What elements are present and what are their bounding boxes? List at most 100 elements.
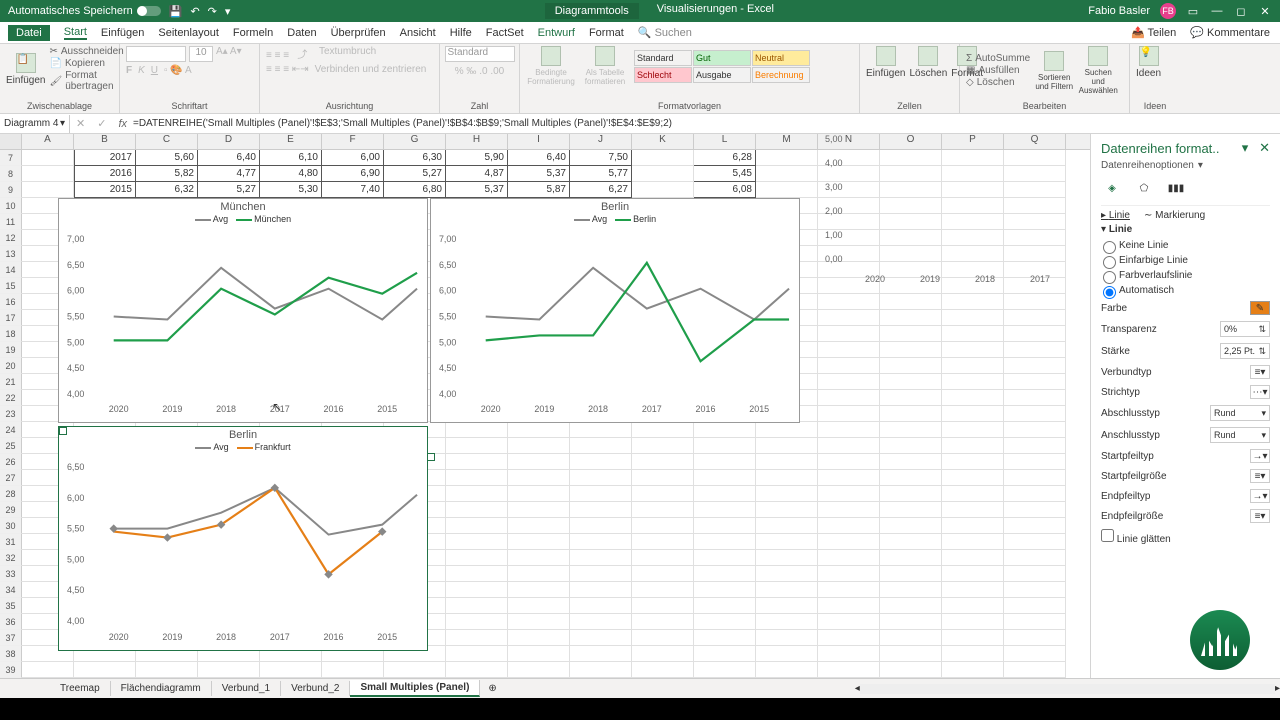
style-neutral[interactable]: Neutral <box>752 50 810 66</box>
marker-tab[interactable]: ∼ Markierung <box>1144 210 1205 221</box>
cursor-icon: ↖ <box>272 400 282 414</box>
pane-close-icon[interactable]: ✕ <box>1259 140 1270 155</box>
insert-cells-button[interactable]: Einfügen <box>866 46 905 79</box>
svg-text:2020: 2020 <box>109 632 129 642</box>
autosum-button[interactable]: Σ AutoSumme <box>966 53 1030 64</box>
pane-title: Datenreihen format.. <box>1101 141 1220 156</box>
worksheet[interactable]: ABCDEFGHIJKLMNOPQ 720175,606,406,106,006… <box>0 134 1090 678</box>
name-box[interactable]: Diagramm 4▾ <box>0 115 70 133</box>
find-select-button[interactable]: Suchen und Auswählen <box>1078 46 1118 95</box>
accept-formula-icon[interactable]: ✓ <box>91 117 112 130</box>
transparency-input[interactable]: 0%⇅ <box>1220 321 1270 337</box>
font-family-combo[interactable] <box>126 46 186 62</box>
svg-text:5,00: 5,00 <box>67 337 84 347</box>
close-icon[interactable]: ✕ <box>1258 4 1272 18</box>
start-arrow-type[interactable]: →▾ <box>1250 449 1270 463</box>
chart-muenchen[interactable]: München AvgMünchen 7,006,506,005,505,004… <box>58 198 428 423</box>
ideas-button[interactable]: 💡Ideen <box>1136 46 1161 79</box>
effects-icon[interactable]: ⬠ <box>1133 177 1155 199</box>
title-bar: Automatisches Speichern 💾 ↶ ↷ ▾ Diagramm… <box>0 0 1280 22</box>
ribbon-options-icon[interactable]: ▭ <box>1186 4 1200 18</box>
tab-start[interactable]: Start <box>64 26 87 40</box>
svg-text:2018: 2018 <box>588 404 608 414</box>
table-format-button[interactable]: Als Tabelle formatieren <box>580 46 630 86</box>
fill-outline-icon[interactable]: ◈ <box>1101 177 1123 199</box>
comments-button[interactable]: 💬 Kommentare <box>1190 26 1270 39</box>
add-sheet-icon[interactable]: ⊕ <box>480 683 504 694</box>
tab-formeln[interactable]: Formeln <box>233 27 273 39</box>
right-mini-chart: 5,00 4,00 3,00 2,00 1,00 0,00 2020 2019 … <box>815 134 1075 304</box>
sheet-tab[interactable]: Verbund_2 <box>281 681 350 696</box>
font-size-combo[interactable]: 10 <box>189 46 213 62</box>
formula-bar[interactable]: =DATENREIHE('Small Multiples (Panel)'!$E… <box>133 118 672 129</box>
end-arrow-type[interactable]: →▾ <box>1250 489 1270 503</box>
svg-text:7,00: 7,00 <box>67 234 84 244</box>
minimize-icon[interactable]: — <box>1210 4 1224 18</box>
svg-text:5,00: 5,00 <box>67 554 84 564</box>
redo-icon[interactable]: ↷ <box>208 5 217 18</box>
cap-type[interactable]: Rund▾ <box>1210 405 1270 421</box>
save-icon[interactable]: 💾 <box>169 5 183 18</box>
style-berechnung[interactable]: Berechnung <box>752 67 810 83</box>
tab-ueberpruefen[interactable]: Überprüfen <box>331 27 386 39</box>
tab-seitenlayout[interactable]: Seitenlayout <box>158 27 219 39</box>
tab-factset[interactable]: FactSet <box>486 27 524 39</box>
maximize-icon[interactable]: ◻ <box>1234 4 1248 18</box>
opt-auto-line[interactable] <box>1103 286 1116 299</box>
sheet-tab[interactable]: Treemap <box>50 681 111 696</box>
end-arrow-size[interactable]: ≡▾ <box>1250 509 1270 523</box>
tab-entwurf[interactable]: Entwurf <box>538 27 575 39</box>
tab-datei[interactable]: Datei <box>8 25 50 41</box>
sheet-tab[interactable]: Verbund_1 <box>212 681 281 696</box>
sheet-tab-bar: Treemap Flächendiagramm Verbund_1 Verbun… <box>0 678 1280 698</box>
format-painter-button[interactable]: 🖌 Format übertragen <box>49 70 123 92</box>
number-format-combo[interactable]: Standard <box>445 46 515 62</box>
delete-cells-button[interactable]: Löschen <box>909 46 947 79</box>
dash-type[interactable]: ⋯▾ <box>1250 385 1270 399</box>
color-picker[interactable]: ✎ <box>1250 301 1270 315</box>
fx-icon[interactable]: fx <box>112 118 133 130</box>
style-gut[interactable]: Gut <box>693 50 751 66</box>
chart-berlin[interactable]: Berlin AvgBerlin 7,006,506,005,505,004,5… <box>430 198 800 423</box>
tab-format[interactable]: Format <box>589 27 624 39</box>
copy-button[interactable]: 📄 Kopieren <box>49 58 123 69</box>
undo-icon[interactable]: ↶ <box>190 5 199 18</box>
search-box[interactable]: 🔍 Suchen <box>638 26 692 39</box>
style-schlecht[interactable]: Schlecht <box>634 67 692 83</box>
smooth-line-checkbox[interactable] <box>1101 529 1114 542</box>
sheet-tab[interactable]: Flächendiagramm <box>111 681 212 696</box>
line-tab[interactable]: ▸ Linie <box>1101 210 1130 221</box>
svg-text:2019: 2019 <box>162 404 182 414</box>
scroll-right-icon[interactable]: ▸ <box>1275 683 1280 694</box>
series-options-icon[interactable]: ▮▮▮ <box>1165 177 1187 199</box>
paste-button[interactable]: 📋Einfügen <box>6 53 45 86</box>
svg-text:2017: 2017 <box>270 632 290 642</box>
cancel-formula-icon[interactable]: ✕ <box>70 117 91 130</box>
tab-daten[interactable]: Daten <box>287 27 316 39</box>
tab-hilfe[interactable]: Hilfe <box>450 27 472 39</box>
chart-frankfurt[interactable]: Berlin AvgFrankfurt 6,506,005,505,004,50… <box>58 426 428 651</box>
user-avatar[interactable]: FB <box>1160 3 1176 19</box>
svg-text:2020: 2020 <box>109 404 129 414</box>
sort-filter-button[interactable]: Sortieren und Filtern <box>1034 51 1074 91</box>
fill-button[interactable]: ▦ Ausfüllen <box>966 65 1030 76</box>
cut-button[interactable]: ✂ Ausschneiden <box>49 46 123 57</box>
width-input[interactable]: 2,25 Pt.⇅ <box>1220 343 1270 359</box>
compound-type[interactable]: ≡▾ <box>1250 365 1270 379</box>
autosave-toggle[interactable]: Automatisches Speichern <box>8 5 161 17</box>
chevron-down-icon[interactable]: ▾ <box>1198 160 1203 171</box>
svg-text:6,50: 6,50 <box>67 462 84 472</box>
join-type[interactable]: Rund▾ <box>1210 427 1270 443</box>
style-standard[interactable]: Standard <box>634 50 692 66</box>
sheet-tab-active[interactable]: Small Multiples (Panel) <box>350 680 480 697</box>
cond-format-button[interactable]: Bedingte Formatierung <box>526 46 576 86</box>
tab-ansicht[interactable]: Ansicht <box>400 27 436 39</box>
svg-text:4,00: 4,00 <box>67 389 84 399</box>
clear-button[interactable]: ◇ Löschen <box>966 77 1030 88</box>
share-button[interactable]: 📤 Teilen <box>1131 26 1176 39</box>
style-ausgabe[interactable]: Ausgabe <box>693 67 751 83</box>
svg-text:2015: 2015 <box>377 404 397 414</box>
tab-einfuegen[interactable]: Einfügen <box>101 27 144 39</box>
start-arrow-size[interactable]: ≡▾ <box>1250 469 1270 483</box>
svg-text:6,50: 6,50 <box>67 260 84 270</box>
